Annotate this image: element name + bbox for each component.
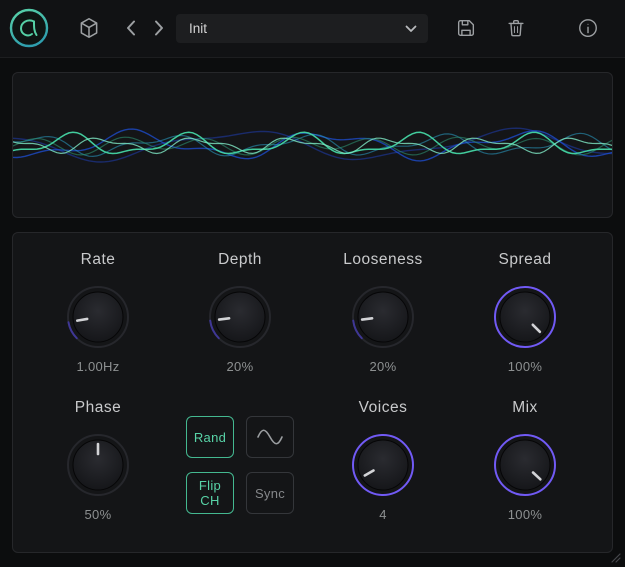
sine-wave-icon: [256, 427, 284, 447]
cube-icon: [77, 28, 101, 43]
mix-label: Mix: [455, 399, 595, 419]
mix-control: Mix 100%: [455, 399, 595, 522]
save-preset-button[interactable]: [455, 17, 477, 39]
preset-name: Init: [189, 21, 207, 36]
rate-label: Rate: [28, 251, 168, 271]
info-circle-icon: [577, 27, 599, 42]
rate-control: Rate 1.00Hz: [28, 251, 168, 374]
delete-preset-button[interactable]: [505, 17, 527, 39]
mix-knob[interactable]: [490, 430, 560, 500]
rand-toggle-button[interactable]: Rand: [186, 416, 234, 458]
phase-knob[interactable]: [63, 430, 133, 500]
logo-ring-icon: [11, 10, 47, 46]
looseness-label: Looseness: [313, 251, 453, 271]
spread-label: Spread: [455, 251, 595, 271]
phase-value: 50%: [28, 507, 168, 522]
sync-toggle-button[interactable]: Sync: [246, 472, 294, 514]
info-button[interactable]: [577, 17, 599, 39]
floppy-disk-icon: [455, 27, 477, 42]
lfo-waves: [13, 73, 612, 217]
lfo-waveform-display: [12, 72, 613, 218]
rate-knob[interactable]: [63, 282, 133, 352]
spread-value: 100%: [455, 359, 595, 374]
trash-icon: [505, 27, 527, 42]
depth-value: 20%: [170, 359, 310, 374]
voices-label: Voices: [313, 399, 453, 419]
chevron-left-icon: [122, 27, 140, 42]
app-logo[interactable]: [8, 7, 50, 49]
depth-control: Depth 20%: [170, 251, 310, 374]
header-toolbar: Init: [0, 0, 625, 58]
previous-preset-button[interactable]: [122, 17, 140, 39]
sync-label: Sync: [255, 486, 285, 501]
phase-control: Phase 50%: [28, 399, 168, 522]
mix-value: 100%: [455, 507, 595, 522]
voices-value: 4: [313, 507, 453, 522]
chevron-down-icon: [405, 25, 417, 33]
depth-knob[interactable]: [205, 282, 275, 352]
depth-label: Depth: [170, 251, 310, 271]
random-preset-button[interactable]: [77, 16, 101, 40]
spread-knob[interactable]: [490, 282, 560, 352]
plugin-window: Init: [0, 0, 625, 567]
flip-ch-label: Flip CH: [189, 478, 231, 508]
voices-knob[interactable]: [348, 430, 418, 500]
next-preset-button[interactable]: [150, 17, 168, 39]
looseness-value: 20%: [313, 359, 453, 374]
preset-selector[interactable]: Init: [176, 14, 428, 43]
flip-channels-toggle-button[interactable]: Flip CH: [186, 472, 234, 514]
resize-handle[interactable]: [611, 553, 623, 565]
controls-panel: Rate 1.00Hz Depth 20% Looseness 20% Spre…: [12, 232, 613, 553]
rate-value: 1.00Hz: [28, 359, 168, 374]
looseness-control: Looseness 20%: [313, 251, 453, 374]
wave-shape-button[interactable]: [246, 416, 294, 458]
phase-label: Phase: [28, 399, 168, 419]
rand-label: Rand: [194, 430, 226, 445]
voices-control: Voices 4: [313, 399, 453, 522]
spread-control: Spread 100%: [455, 251, 595, 374]
chevron-right-icon: [150, 27, 168, 42]
looseness-knob[interactable]: [348, 282, 418, 352]
